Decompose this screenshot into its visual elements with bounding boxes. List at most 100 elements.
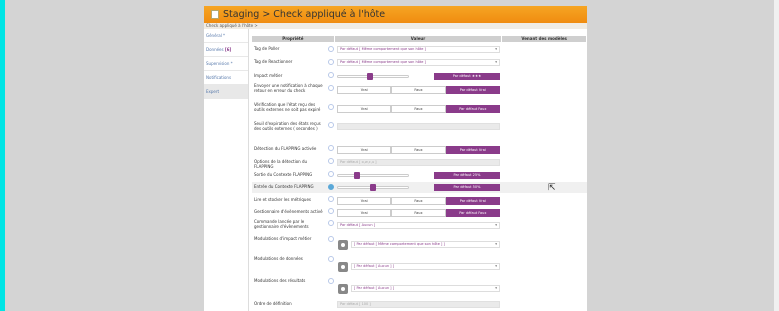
flapping-options-input[interactable]: Par défaut [ o,w,c,u ] [337,159,500,166]
help-icon[interactable] [328,196,334,202]
option-true[interactable]: Vrai [337,105,392,113]
flapping-high-default-button[interactable]: Par défaut 50% [434,184,500,191]
option-default[interactable]: Par défaut Faux [445,209,500,217]
row-event-handler-command: Commande lancée par le gestionnaire d'év… [252,219,587,233]
row-label: Entrée du Contexte FLAPPING [254,184,314,189]
table-header: Propriété Valeur Venant des modèles [252,36,587,42]
definition-order-input[interactable]: Par défaut [ 100 ] [337,301,500,308]
help-icon[interactable] [328,171,334,177]
slider-track [337,174,409,177]
freshness-threshold-input[interactable] [337,123,500,130]
edit-modulation-icon[interactable] [338,262,348,272]
sidebar-item-notifications[interactable]: Notifications [204,71,248,85]
flapping-low-default-button[interactable]: Par défaut 25% [434,172,500,179]
option-false[interactable]: Faux [391,105,446,113]
data-modulations-select[interactable]: [ Par défaut [ Aucun ] ] ▾ [351,263,500,270]
row-flapping-options: Options de la détection du FLAPPING Par … [252,157,587,169]
event-handler-enabled-toggle: Vrai Faux Par défaut Faux [337,209,500,217]
check-editor-window: Staging > Check appliqué à l'hôte Check … [204,6,587,311]
row-notify-on-check: Envoyer une notification à chaque retour… [252,83,587,99]
row-flapping-detection: Détection du FLAPPING activée Vrai Faux … [252,144,587,154]
help-icon[interactable] [328,256,334,262]
poller-tag-select[interactable]: Par défaut [ Même comportement que son h… [337,46,500,53]
flapping-detection-toggle: Vrai Faux Par défaut Vrai [337,146,500,154]
row-label: Impact métier [254,73,283,78]
help-icon[interactable] [328,122,334,128]
row-definition-order: Ordre de définition Par défaut [ 100 ] [252,299,587,309]
row-label: Vérification que l'état reçu des outils … [254,102,321,112]
option-default[interactable]: Par défaut Vrai [445,197,500,205]
row-label: Tag de Poller [254,46,280,51]
row-label: Modulations des résultats [254,278,306,283]
desktop-edge-right [774,0,779,311]
help-icon[interactable] [328,59,334,65]
row-label: Modulations d'impact métier [254,236,312,241]
row-label: Détection du FLAPPING activée [254,146,317,151]
col-header-value: Valeur [334,36,502,42]
row-process-perf-data: Lire et stocker les métriques Vrai Faux … [252,195,587,205]
option-false[interactable]: Faux [391,86,446,94]
data-modulations-editor: [ Par défaut [ Aucun ] ] ▾ [337,261,500,273]
option-false[interactable]: Faux [391,209,446,217]
sidebar-item-general[interactable]: Général * [204,29,248,43]
flapping-low-slider[interactable] [337,172,409,179]
help-icon[interactable] [328,46,334,52]
row-label: Modulations de données [254,256,303,261]
option-false[interactable]: Faux [391,197,446,205]
slider-handle[interactable] [370,184,376,191]
help-icon[interactable] [328,158,334,164]
option-true[interactable]: Vrai [337,209,392,217]
option-false[interactable]: Faux [391,146,446,154]
help-icon[interactable] [328,220,334,226]
help-icon[interactable] [328,184,334,190]
help-icon[interactable] [328,72,334,78]
row-reactionner-tag: Tag de Reactionner Par défaut [ Même com… [252,58,587,68]
row-data-modulations: Modulations de données [ Par défaut [ Au… [252,255,587,275]
reactionner-tag-select[interactable]: Par défaut [ Même comportement que son h… [337,59,500,66]
slider-handle[interactable] [366,73,373,80]
sidebar-item-supervision[interactable]: Supervision * [204,57,248,71]
data-count-badge: [6] [224,47,232,52]
option-default[interactable]: Par défaut Vrai [445,146,500,154]
slider-track [337,75,409,78]
help-icon[interactable] [328,236,334,242]
process-perf-data-toggle: Vrai Faux Par défaut Vrai [337,197,500,205]
breadcrumb[interactable]: Check appliqué à l'hôte > [204,23,587,29]
chevron-down-icon: ▾ [495,286,497,290]
business-impact-modulations-select[interactable]: [ Par défaut [ Même comportement que son… [351,241,500,248]
sidebar-item-donnees[interactable]: Données [6] [204,43,248,57]
help-icon[interactable] [328,145,334,151]
row-label: Tag de Reactionner [254,59,293,64]
option-true[interactable]: Vrai [337,146,392,154]
row-freshness-check: Vérification que l'état reçu des outils … [252,102,587,118]
business-impact-default-button[interactable]: Par défaut ★★★ [434,73,500,80]
help-icon[interactable] [328,104,334,110]
help-icon[interactable] [328,208,334,214]
row-business-impact-modulations: Modulations d'impact métier [ Par défaut… [252,235,587,253]
result-modulations-select[interactable]: [ Par défaut [ Aucun ] ] ▾ [351,285,500,292]
mouse-pointer-icon: ⇱ [548,183,556,193]
edit-modulation-icon[interactable] [338,240,348,250]
result-modulations-editor: [ Par défaut [ Aucun ] ] ▾ [337,283,500,295]
help-icon[interactable] [328,85,334,91]
event-handler-command-select[interactable]: Par défaut [ Aucun ] ▾ [337,222,500,229]
edit-modulation-icon[interactable] [338,284,348,294]
row-label: Sortie du Contexte FLAPPING [254,172,313,177]
row-label: Envoyer une notification à chaque retour… [254,83,323,93]
sidebar-item-expert[interactable]: Expert [204,85,248,99]
window-title: Staging > Check appliqué à l'hôte [223,9,386,20]
business-impact-slider[interactable] [337,73,409,80]
option-default[interactable]: Par défaut Vrai [445,86,500,94]
business-impact-modulations-editor: [ Par défaut [ Même comportement que son… [337,239,500,251]
col-header-templates: Venant des modèles [502,36,586,42]
flapping-high-slider[interactable] [337,184,409,191]
desktop-edge-left [0,0,5,311]
slider-handle[interactable] [353,172,360,179]
option-default[interactable]: Par défaut Faux [445,105,500,113]
help-icon[interactable] [328,278,334,284]
option-true[interactable]: Vrai [337,197,392,205]
row-event-handler-enabled: Gestionnaire d'évènements activé Vrai Fa… [252,207,587,217]
option-true[interactable]: Vrai [337,86,392,94]
sidebar: Général * Données [6] Supervision * Noti… [204,29,249,311]
row-poller-tag: Tag de Poller Par défaut [ Même comporte… [252,45,587,55]
